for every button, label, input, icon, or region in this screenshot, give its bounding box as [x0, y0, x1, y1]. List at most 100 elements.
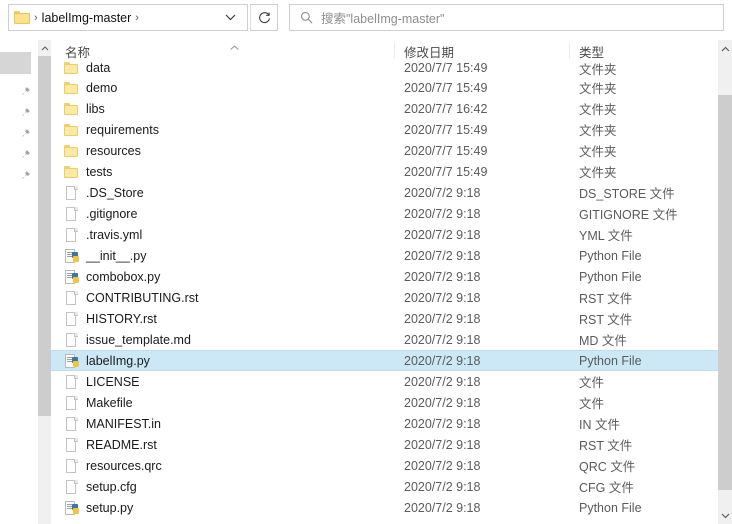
search-input[interactable]: 搜索"labelImg-master" — [321, 8, 445, 27]
file-name-cell[interactable]: CONTRIBUTING.rst — [63, 290, 199, 306]
file-list-row[interactable]: LICENSE 2020/7/2 9:18 文件 — [51, 371, 718, 392]
file-name-label: data — [86, 62, 111, 75]
file-list-row[interactable]: combobox.py 2020/7/2 9:18 Python File — [51, 266, 718, 287]
file-name-label: resources — [86, 143, 141, 158]
file-name-cell[interactable]: tests — [63, 164, 112, 180]
file-date-cell: 2020/7/2 9:18 — [404, 395, 481, 410]
file-date-cell: 2020/7/2 9:18 — [404, 290, 481, 305]
file-name-label: .gitignore — [86, 206, 138, 221]
file-name-label: setup.py — [86, 500, 134, 515]
navigation-pane-scrollbar[interactable] — [38, 40, 51, 524]
quick-access-item-1[interactable] — [0, 82, 38, 103]
file-name-cell[interactable]: Makefile — [63, 395, 133, 411]
address-bar[interactable]: › labelImg-master › — [8, 4, 248, 31]
file-name-cell[interactable]: README.rst — [63, 437, 157, 453]
file-date-cell: 2020/7/7 15:49 — [404, 164, 488, 179]
column-header-name[interactable]: 名称 — [65, 40, 90, 62]
file-list-row[interactable]: .gitignore 2020/7/2 9:18 GITIGNORE 文件 — [51, 203, 718, 224]
file-list-row[interactable]: Makefile 2020/7/2 9:18 文件 — [51, 392, 718, 413]
file-list-row[interactable]: setup.cfg 2020/7/2 9:18 CFG 文件 — [51, 476, 718, 497]
file-list-row[interactable]: __init__.py 2020/7/2 9:18 Python File — [51, 245, 718, 266]
quick-access-item-4[interactable] — [0, 145, 38, 166]
search-box[interactable]: 搜索"labelImg-master" — [289, 4, 724, 31]
file-name-cell[interactable]: MANIFEST.in — [63, 416, 161, 432]
file-name-label: tests — [86, 164, 113, 179]
column-header-type[interactable]: 类型 — [579, 40, 604, 62]
file-name-label: requirements — [86, 122, 159, 137]
file-list-row[interactable]: demo 2020/7/7 15:49 文件夹 — [51, 77, 718, 98]
file-date-cell: 2020/7/2 9:18 — [404, 269, 481, 284]
scroll-up-chevron-up-icon[interactable] — [718, 40, 732, 57]
file-list-row[interactable]: tests 2020/7/7 15:49 文件夹 — [51, 161, 718, 182]
file-name-cell[interactable]: LICENSE — [63, 374, 140, 390]
file-type-cell: YML 文件 — [579, 229, 633, 243]
column-header-date-modified[interactable]: 修改日期 — [404, 40, 454, 62]
file-date-cell: 2020/7/2 9:18 — [404, 500, 481, 515]
file-name-label: labelImg.py — [86, 353, 150, 368]
file-type-cell: 文件夹 — [579, 62, 617, 77]
nav-scrollbar-thumb[interactable] — [38, 56, 51, 416]
file-name-cell[interactable]: demo — [63, 80, 117, 96]
file-name-cell[interactable]: libs — [63, 101, 105, 117]
file-list-scrollbar[interactable] — [718, 40, 732, 524]
file-name-cell[interactable]: HISTORY.rst — [63, 311, 157, 327]
file-list-row[interactable]: setup.py 2020/7/2 9:18 Python File — [51, 497, 718, 518]
file-type-cell: Python File — [579, 353, 642, 368]
file-name-cell[interactable]: combobox.py — [63, 269, 160, 285]
breadcrumb-separator-2[interactable]: › — [131, 12, 143, 24]
file-list-scrollbar-thumb[interactable] — [718, 95, 732, 490]
file-list-row[interactable]: requirements 2020/7/7 15:49 文件夹 — [51, 119, 718, 140]
pin-icon — [20, 149, 31, 163]
file-name-cell[interactable]: labelImg.py — [63, 353, 150, 369]
file-name-cell[interactable]: setup.cfg — [63, 479, 137, 495]
file-list-row[interactable]: data 2020/7/7 15:49 文件夹 — [51, 62, 718, 77]
breadcrumb-current-folder[interactable]: labelImg-master — [42, 11, 132, 25]
file-list-row[interactable]: libs 2020/7/7 16:42 文件夹 — [51, 98, 718, 119]
file-name-cell[interactable]: data — [63, 62, 110, 76]
file-list-row[interactable]: labelImg.py 2020/7/2 9:18 Python File — [51, 350, 718, 371]
file-list-row[interactable]: .DS_Store 2020/7/2 9:18 DS_STORE 文件 — [51, 182, 718, 203]
address-dropdown-chevron-down-icon[interactable] — [217, 5, 243, 30]
file-name-label: .travis.yml — [86, 227, 143, 242]
file-name-cell[interactable]: .travis.yml — [63, 227, 142, 243]
file-name-cell[interactable]: .gitignore — [63, 206, 137, 222]
file-date-cell: 2020/7/2 9:18 — [404, 332, 481, 347]
file-icon — [63, 374, 79, 390]
scroll-down-chevron-down-icon[interactable] — [718, 507, 732, 524]
refresh-button[interactable] — [250, 4, 278, 31]
file-name-cell[interactable]: setup.py — [63, 500, 133, 516]
nav-scroll-up-chevron-up-icon[interactable] — [38, 40, 51, 56]
file-name-cell[interactable]: issue_template.md — [63, 332, 191, 348]
file-name-cell[interactable]: resources — [63, 143, 141, 159]
file-list-row[interactable]: resources.qrc 2020/7/2 9:18 QRC 文件 — [51, 455, 718, 476]
file-type-cell: 文件夹 — [579, 145, 617, 159]
file-type-cell: Python File — [579, 500, 642, 515]
python-file-icon — [63, 269, 79, 285]
file-type-cell: RST 文件 — [579, 439, 633, 453]
file-icon — [63, 437, 79, 453]
file-date-cell: 2020/7/2 9:18 — [404, 248, 481, 263]
file-name-cell[interactable]: __init__.py — [63, 248, 146, 264]
file-list-row[interactable]: .travis.yml 2020/7/2 9:18 YML 文件 — [51, 224, 718, 245]
file-list-row[interactable]: README.rst 2020/7/2 9:18 RST 文件 — [51, 434, 718, 455]
nav-selected-item[interactable] — [0, 52, 31, 74]
file-list-row[interactable]: resources 2020/7/7 15:49 文件夹 — [51, 140, 718, 161]
file-list-row[interactable]: MANIFEST.in 2020/7/2 9:18 IN 文件 — [51, 413, 718, 434]
file-date-cell: 2020/7/2 9:18 — [404, 227, 481, 242]
file-list-row[interactable]: CONTRIBUTING.rst 2020/7/2 9:18 RST 文件 — [51, 287, 718, 308]
file-list[interactable]: data 2020/7/7 15:49 文件夹 demo 2020/7/7 15:49 文… — [51, 62, 718, 524]
file-name-cell[interactable]: resources.qrc — [63, 458, 162, 474]
quick-access-item-5[interactable] — [0, 166, 38, 187]
file-list-row[interactable]: issue_template.md 2020/7/2 9:18 MD 文件 — [51, 329, 718, 350]
file-name-label: HISTORY.rst — [86, 311, 157, 326]
quick-access-item-2[interactable] — [0, 103, 38, 124]
file-name-cell[interactable]: .DS_Store — [63, 185, 144, 201]
file-date-cell: 2020/7/7 15:49 — [404, 143, 488, 158]
file-date-cell: 2020/7/2 9:18 — [404, 185, 481, 200]
file-type-cell: DS_STORE 文件 — [579, 187, 675, 201]
column-header-name-label: 名称 — [65, 45, 91, 60]
refresh-icon — [258, 12, 270, 24]
file-list-row[interactable]: HISTORY.rst 2020/7/2 9:18 RST 文件 — [51, 308, 718, 329]
quick-access-item-3[interactable] — [0, 124, 38, 145]
file-name-cell[interactable]: requirements — [63, 122, 159, 138]
